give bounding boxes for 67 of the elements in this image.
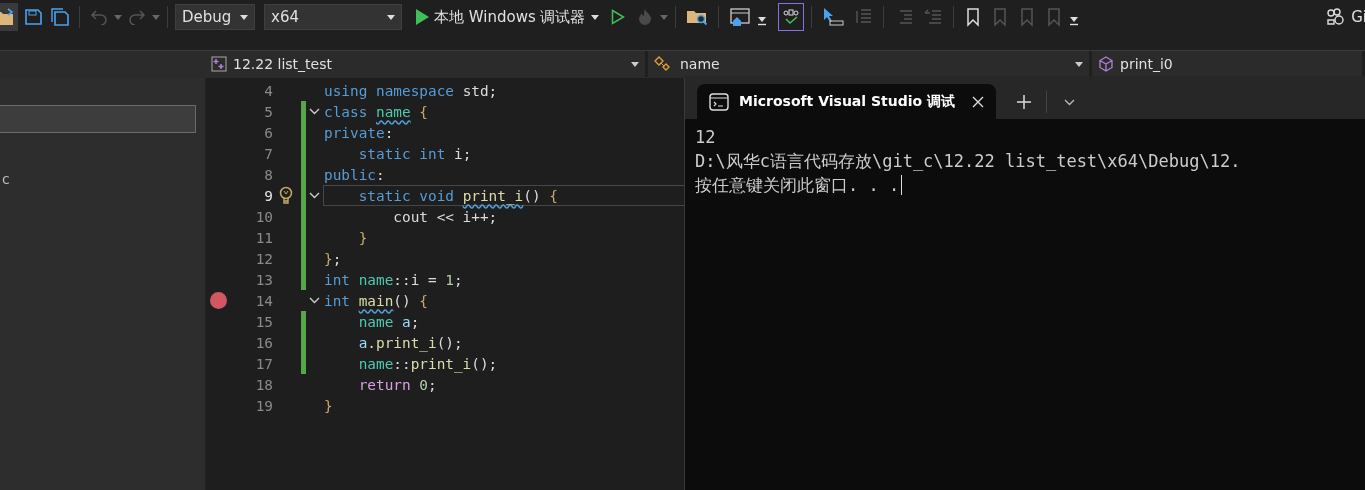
line-number: 10: [254, 208, 273, 225]
code-line: name::print_i();: [357, 354, 499, 374]
code-line: static void print_i() {: [323, 185, 684, 206]
code-line: static int i;: [357, 144, 473, 164]
line-number: 8: [263, 166, 273, 183]
overflow-icon[interactable]: [1068, 16, 1079, 26]
line-number: 19: [254, 397, 273, 414]
line-number: 12: [254, 250, 273, 267]
line-number: 16: [254, 334, 273, 351]
line-number: 11: [254, 229, 273, 246]
line-number: 5: [263, 103, 273, 120]
terminal-tab[interactable]: Microsoft Visual Studio 调试: [697, 84, 996, 119]
caret-icon: [590, 14, 599, 20]
breakpoint-icon[interactable]: [210, 292, 227, 309]
code-line: using namespace std;: [323, 81, 499, 101]
overflow-icon[interactable]: [756, 16, 767, 26]
line-number: 4: [263, 82, 273, 99]
code-line: name a;: [357, 312, 421, 332]
code-line: return 0;: [357, 375, 438, 395]
caret-icon: [1075, 61, 1083, 67]
configuration-dropdown[interactable]: Debug: [175, 4, 255, 30]
play-icon: [415, 9, 429, 25]
collapse-icon[interactable]: [309, 297, 320, 304]
platform-dropdown[interactable]: x64: [264, 4, 402, 30]
console-output-line: D:\风华c语言代码存放\git_c\12.22 list_test\x64\Debug\12.: [695, 150, 1242, 173]
git-icon: [1326, 8, 1347, 26]
chevron-down-icon: [1063, 98, 1075, 106]
collapse-icon[interactable]: [309, 108, 320, 115]
code-line: class name {: [323, 102, 429, 122]
code-line: public:: [323, 165, 386, 185]
line-number: 15: [254, 313, 273, 330]
line-number: 14: [254, 292, 273, 309]
console-output-line: 按任意键关闭此窗口. . .: [695, 173, 1355, 197]
code-line: a.print_i();: [357, 333, 464, 353]
search-field[interactable]: [0, 105, 196, 133]
git-button[interactable]: Gi: [1322, 8, 1365, 26]
method-icon: [1098, 56, 1114, 72]
caret-icon: [114, 14, 122, 20]
caret-icon: [240, 14, 248, 20]
line-number: 18: [254, 376, 273, 393]
code-line: int main() {: [323, 291, 429, 311]
lightbulb-icon[interactable]: [278, 186, 293, 205]
start-debugging-button[interactable]: 本地 Windows 调试器: [411, 7, 603, 27]
console-output-line: 12: [695, 126, 717, 149]
line-number: 17: [254, 355, 273, 372]
caret-icon: [631, 61, 639, 67]
caret-icon: [152, 14, 160, 20]
caret-icon: [659, 14, 668, 20]
caret-icon: [387, 14, 395, 20]
code-line: }: [357, 228, 369, 248]
spell-check-toggle[interactable]: [777, 3, 804, 31]
project-icon: [211, 56, 227, 72]
collapse-icon[interactable]: [309, 192, 320, 199]
line-number: 9: [263, 187, 273, 204]
terminal-icon: [709, 92, 729, 111]
spell-check-icon: [780, 7, 801, 27]
code-line: private:: [323, 123, 395, 143]
code-line: int name::i = 1;: [323, 270, 464, 290]
line-number: 7: [263, 145, 273, 162]
close-icon[interactable]: [972, 95, 984, 108]
code-line: };: [323, 249, 343, 269]
line-number: 13: [254, 271, 273, 288]
plus-icon: [1017, 95, 1031, 109]
line-number: 6: [263, 124, 273, 141]
text-fragment: c: [2, 171, 11, 187]
code-line: }: [323, 396, 334, 416]
code-line: cout << i++;: [392, 207, 499, 227]
